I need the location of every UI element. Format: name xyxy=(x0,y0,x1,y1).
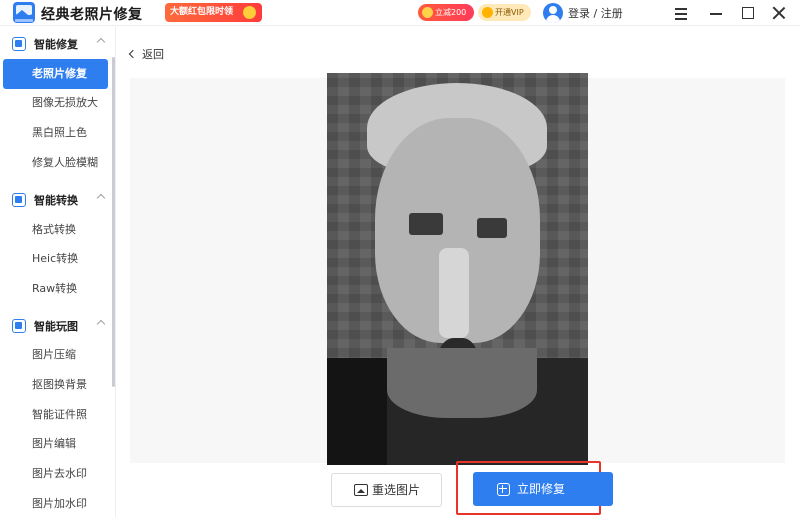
sidebar: 智能修复 老照片修复 图像无损放大 黑白照上色 修复人脸模糊 智能转换 格式转换… xyxy=(0,27,116,517)
sidebar-item-remove-watermark[interactable]: 图片去水印 xyxy=(3,459,108,489)
old-photo-preview xyxy=(327,73,588,465)
smiley-icon xyxy=(243,6,256,19)
group-smart-play[interactable]: 智能玩图 xyxy=(0,312,112,340)
sidebar-item-raw-convert[interactable]: Raw转换 xyxy=(3,274,108,304)
sidebar-item-compress[interactable]: 图片压缩 xyxy=(3,340,108,370)
image-icon xyxy=(354,484,368,496)
chevron-up-icon xyxy=(96,319,106,329)
sidebar-item-image-edit[interactable]: 图片编辑 xyxy=(3,429,108,459)
photo-icon xyxy=(12,319,26,333)
sidebar-item-id-photo[interactable]: 智能证件照 xyxy=(3,400,108,430)
group-label: 智能转换 xyxy=(34,194,78,207)
app-logo-icon xyxy=(13,2,35,23)
app-window: 经典老照片修复 大额红包限时领 立减200元 开通VIP 登录 / 注册 智能修… xyxy=(0,0,800,517)
group-smart-convert[interactable]: 智能转换 xyxy=(0,186,112,214)
sidebar-item-colorize[interactable]: 黑白照上色 xyxy=(3,118,108,148)
discount-badge[interactable]: 立减200元 xyxy=(418,4,474,34)
avatar-icon[interactable] xyxy=(543,3,563,23)
group-smart-repair[interactable]: 智能修复 xyxy=(0,30,112,58)
reselect-image-button[interactable]: 重选图片 xyxy=(331,473,442,507)
back-link[interactable]: 返回 xyxy=(128,46,164,62)
group-label: 智能玩图 xyxy=(34,320,78,333)
sidebar-item-cutout-background[interactable]: 抠图换背景 xyxy=(3,370,108,400)
close-icon[interactable] xyxy=(769,3,789,23)
menu-icon[interactable] xyxy=(671,3,691,23)
chevron-up-icon xyxy=(96,193,106,203)
sidebar-item-lossless-upscale[interactable]: 图像无损放大 xyxy=(3,88,108,118)
chevron-left-icon xyxy=(128,49,138,59)
sidebar-scrollbar[interactable] xyxy=(112,57,115,387)
sidebar-item-face-deblur[interactable]: 修复人脸模糊 xyxy=(3,148,108,178)
maximize-icon[interactable] xyxy=(738,3,758,23)
minimize-icon[interactable] xyxy=(706,3,726,23)
promo-banner[interactable]: 大额红包限时领 xyxy=(165,3,262,22)
app-title: 经典老照片修复 xyxy=(41,7,143,23)
vip-button[interactable]: 开通VIP xyxy=(478,4,531,21)
sidebar-item-add-watermark[interactable]: 图片加水印 xyxy=(3,489,108,517)
image-icon xyxy=(12,37,26,51)
login-register-link[interactable]: 登录 / 注册 xyxy=(568,5,623,21)
add-icon xyxy=(497,483,510,496)
sidebar-item-old-photo-repair[interactable]: 老照片修复 xyxy=(3,59,108,89)
reselect-label: 重选图片 xyxy=(372,483,421,497)
crown-icon xyxy=(482,7,493,18)
group-label: 智能修复 xyxy=(34,38,78,51)
discount-label: 立减200元 xyxy=(435,8,467,34)
sidebar-item-format-convert[interactable]: 格式转换 xyxy=(3,215,108,245)
convert-icon xyxy=(12,193,26,207)
repair-label: 立即修复 xyxy=(517,482,566,496)
repair-now-button[interactable]: 立即修复 xyxy=(473,472,613,506)
vip-label: 开通VIP xyxy=(495,8,524,17)
chevron-up-icon xyxy=(96,37,106,47)
title-bar: 经典老照片修复 大额红包限时领 立减200元 开通VIP 登录 / 注册 xyxy=(0,0,800,34)
promo-label: 大额红包限时领 xyxy=(170,7,234,17)
coin-icon xyxy=(422,7,433,18)
back-label: 返回 xyxy=(142,48,164,61)
sidebar-item-heic-convert[interactable]: Heic转换 xyxy=(3,244,108,274)
